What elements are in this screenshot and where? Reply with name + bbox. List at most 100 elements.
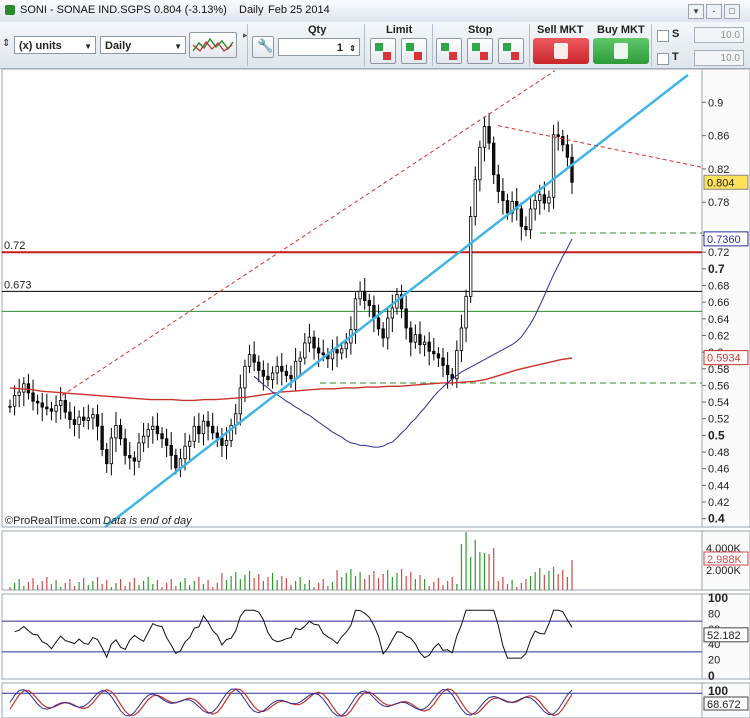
candle-body [257, 361, 261, 371]
candle-body [155, 425, 160, 435]
candle-body [344, 342, 348, 350]
candle-body [132, 457, 137, 462]
price-tick-label: 0.58 [708, 364, 729, 376]
candle-body [528, 208, 533, 231]
rsi-tick-label: 80 [708, 608, 720, 620]
candle-body [358, 290, 362, 300]
candle-body [45, 406, 49, 410]
candle-body [436, 353, 441, 359]
candle-body [353, 298, 358, 331]
candle-body [340, 348, 344, 354]
candle-body [164, 438, 169, 446]
candle-body [570, 156, 574, 183]
candle-body [8, 405, 12, 408]
candle-body [77, 416, 81, 425]
candle-body [386, 317, 390, 339]
candle-body [105, 449, 109, 465]
rsi-last-label: 52.182 [707, 630, 741, 642]
price-tick-label: 0.82 [708, 164, 729, 176]
candle-body [54, 405, 58, 412]
candle-body [123, 438, 127, 456]
price-tick-label: 0.44 [708, 480, 729, 492]
price-tick-label: 0.42 [708, 497, 729, 509]
candle-body [211, 425, 215, 434]
candle-body [316, 347, 321, 354]
price-tick-label: 0.66 [708, 297, 729, 309]
ma-short-value-label: 0.7360 [707, 234, 741, 246]
candle-body [561, 136, 565, 146]
candle-body [441, 357, 445, 366]
candle-body [381, 328, 385, 339]
price-tick-label: 0.56 [708, 380, 729, 392]
candle-body [372, 305, 376, 319]
candle-body [547, 196, 551, 204]
volume-tick-label: 2.000K [706, 565, 742, 577]
price-tick-label: 0.7 [708, 262, 725, 276]
candle-body [243, 365, 247, 389]
candle-body [35, 400, 40, 404]
price-tick-label: 0.64 [708, 314, 729, 326]
candle-body [201, 420, 206, 435]
candle-body [72, 419, 77, 425]
candle-body [137, 442, 141, 462]
candle-body [307, 336, 312, 344]
stoch-panel-frame [1, 682, 703, 718]
candle-body [312, 336, 316, 349]
candle-body [422, 341, 427, 346]
candle-body [478, 146, 482, 181]
candle-body [524, 225, 528, 231]
price-tick-label: 0.48 [708, 447, 729, 459]
ma-long-value-label: 0.5934 [707, 353, 741, 365]
candle-body [418, 334, 422, 346]
candle-body [128, 454, 132, 459]
candle-body [12, 395, 17, 407]
stoch-last-label: 68.672 [707, 699, 741, 711]
candle-body [63, 400, 67, 413]
candle-body [17, 391, 21, 396]
candle-body [487, 126, 491, 144]
candle-body [468, 215, 473, 297]
candle-body [538, 194, 542, 201]
candle-body [118, 425, 123, 440]
candle-body [247, 354, 252, 367]
candle-body [215, 432, 219, 439]
candle-body [26, 383, 31, 394]
level-label: 0.673 [4, 279, 32, 291]
candle-body [492, 142, 496, 176]
price-tick-label: 0.46 [708, 464, 729, 476]
candle-body [174, 454, 178, 469]
price-tick-label: 0.9 [708, 97, 723, 109]
candle-body [91, 414, 95, 419]
candle-body [95, 414, 100, 427]
candle-body [22, 383, 26, 393]
price-chart[interactable]: 0.90.860.820.780.740.720.70.680.660.640.… [0, 0, 750, 718]
price-tick-label: 0.4 [708, 512, 725, 526]
candle-body [427, 341, 431, 352]
candle-body [146, 429, 150, 437]
candle-body [183, 445, 187, 460]
candle-body [376, 317, 381, 330]
candle-body [298, 357, 302, 362]
candle-body [86, 417, 90, 421]
candle-body [109, 437, 114, 465]
price-tick-label: 0.5 [708, 428, 725, 442]
candle-body [220, 437, 224, 446]
candle-body [551, 134, 556, 198]
candle-body [270, 372, 275, 381]
candle-body [367, 300, 371, 306]
rsi-tick-label: 20 [708, 655, 720, 667]
candle-body [289, 375, 293, 380]
candle-body [31, 392, 35, 402]
candle-body [151, 425, 155, 430]
candle-body [275, 365, 279, 374]
rsi-tick-label: 0 [708, 669, 715, 683]
candle-body [464, 295, 468, 329]
candle-body [59, 400, 63, 406]
last-price-label: 0.804 [707, 177, 735, 189]
candle-body [293, 360, 298, 380]
price-tick-label: 0.68 [708, 281, 729, 293]
candle-body [82, 416, 86, 421]
price-tick-label: 0.72 [708, 247, 729, 259]
candle-body [114, 425, 118, 439]
rsi-panel-frame [1, 593, 703, 680]
